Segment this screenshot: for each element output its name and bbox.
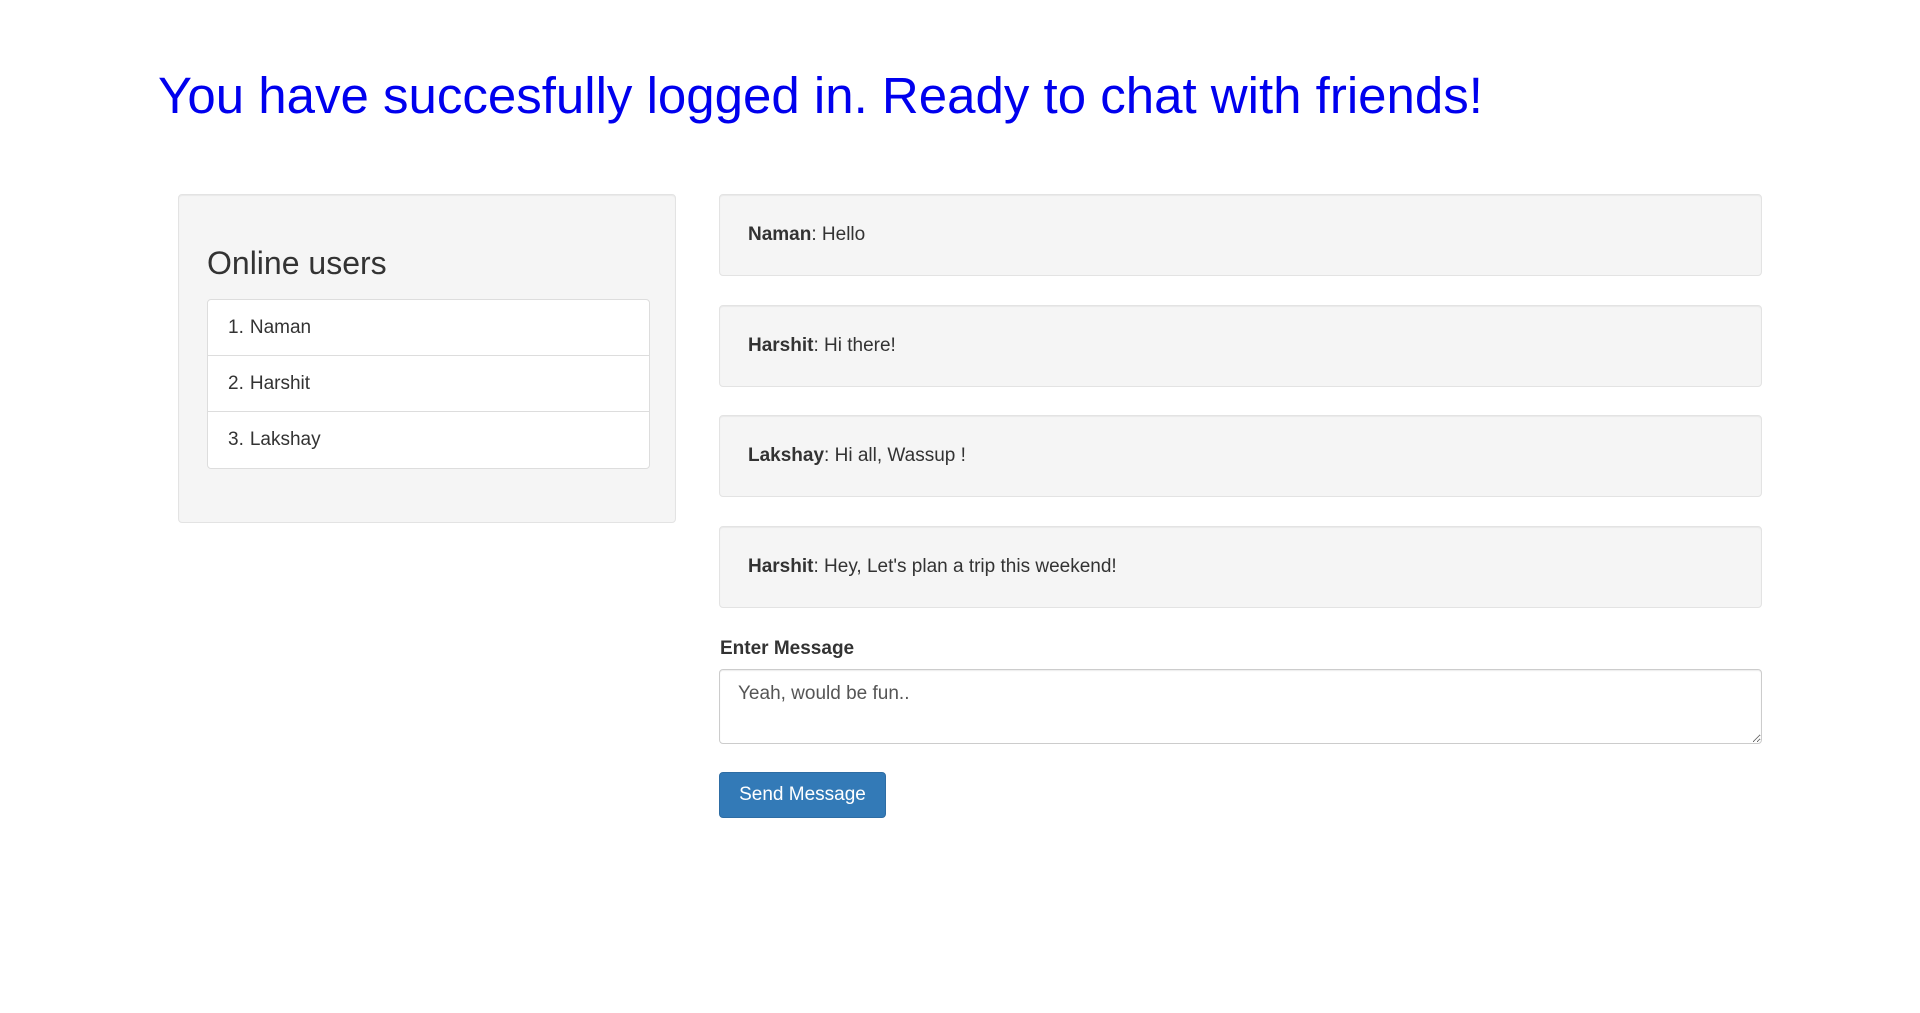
message-author: Naman: [748, 224, 812, 245]
user-name: Lakshay: [249, 429, 321, 450]
list-item[interactable]: 1. Naman: [208, 300, 649, 356]
message-author: Harshit: [748, 335, 814, 356]
message-input-label: Enter Message: [720, 638, 855, 659]
chat-message: Lakshay: Hi all, Wassup !: [719, 415, 1762, 497]
user-index: 1.: [228, 316, 244, 338]
chat-message: Naman: Hello: [719, 194, 1762, 276]
message-text: : Hey, Let's plan a trip this weekend!: [813, 556, 1117, 577]
online-users-list: 1. Naman 2. Harshit 3. Lakshay: [207, 299, 650, 469]
message-list: Naman: Hello Harshit: Hi there! Lakshay:…: [719, 194, 1762, 637]
online-users-heading: Online users: [207, 245, 387, 281]
user-index: 3.: [228, 429, 244, 450]
online-users-panel: Online users 1. Naman 2. Harshit 3. Laks…: [178, 194, 676, 523]
send-message-button[interactable]: Send Message: [719, 772, 886, 818]
message-text: : Hello: [811, 224, 866, 245]
page-title: You have succesfully logged in. Ready to…: [158, 67, 1483, 124]
list-item[interactable]: 2. Harshit: [208, 356, 649, 412]
chat-message: Harshit: Hey, Let's plan a trip this wee…: [719, 526, 1762, 608]
message-input[interactable]: Yeah, would be fun..: [719, 669, 1762, 744]
user-index: 2.: [228, 372, 244, 394]
chat-message: Harshit: Hi there!: [719, 305, 1762, 387]
message-text: : Hi all, Wassup !: [824, 445, 966, 466]
message-text: : Hi there!: [813, 335, 896, 356]
user-name: Harshit: [249, 372, 311, 394]
message-author: Harshit: [748, 556, 814, 577]
list-item[interactable]: 3. Lakshay: [208, 412, 649, 468]
user-name: Naman: [249, 316, 312, 338]
message-author: Lakshay: [748, 445, 825, 466]
